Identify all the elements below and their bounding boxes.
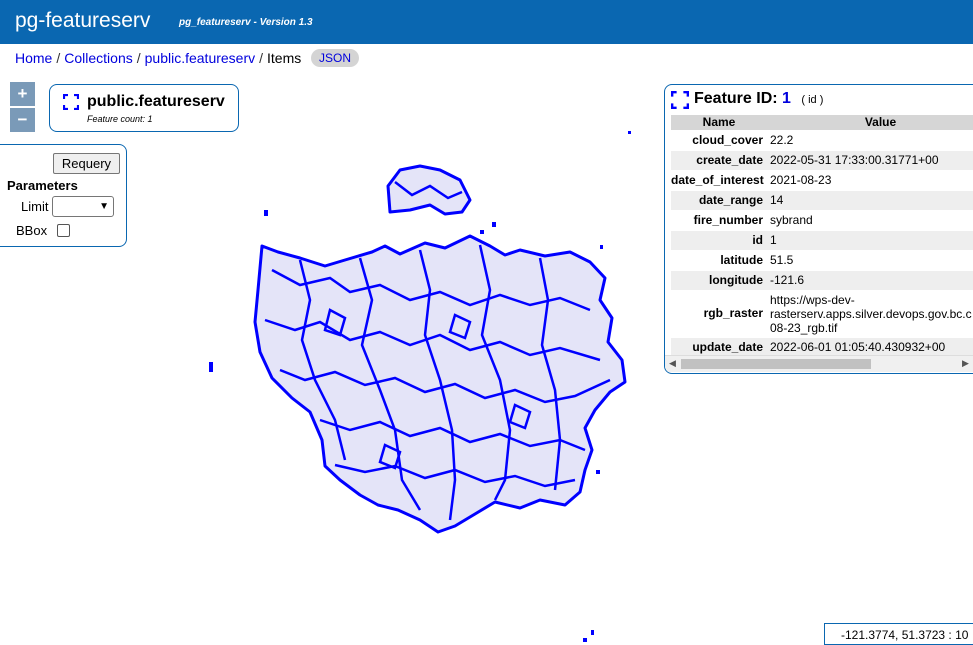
table-row: create_date 2022-05-31 17:33:00.31771+00	[671, 151, 973, 171]
property-value: 14	[770, 193, 784, 207]
scrollbar-thumb[interactable]	[681, 359, 871, 369]
limit-select[interactable]: ▼	[52, 196, 114, 217]
property-value-line: rasterserv.apps.silver.devops.gov.bc.c	[770, 307, 972, 321]
property-name: rgb_raster	[703, 306, 763, 320]
property-value: 22.2	[770, 133, 794, 147]
plus-icon: +	[17, 84, 28, 103]
app-title[interactable]: pg-featureserv	[15, 9, 150, 33]
feature-polygon[interactable]	[253, 164, 627, 534]
limit-label: Limit	[21, 199, 49, 214]
feature-count: Feature count: 1	[87, 114, 153, 124]
table-header: Name Value	[671, 115, 973, 131]
table-row: date_range 14	[671, 191, 973, 211]
property-name: date_of_interest	[671, 173, 764, 187]
property-value: -121.6	[770, 273, 805, 287]
column-header-name: Name	[702, 115, 736, 129]
feature-id-tag: ( id )	[801, 94, 824, 106]
breadcrumb-separator: /	[56, 50, 61, 66]
zoom-controls: + −	[10, 82, 35, 134]
table-row: id 1	[671, 231, 973, 251]
feature-panel: Feature ID: 1 ( id ) Name Value cloud_co…	[664, 84, 973, 374]
horizontal-scrollbar[interactable]: ◀ ▶	[665, 355, 973, 372]
breadcrumb-home[interactable]: Home	[15, 50, 52, 66]
breadcrumb-collections[interactable]: Collections	[64, 50, 132, 66]
coordinate-readout: -121.3774, 51.3723 : 10	[824, 623, 973, 645]
feature-id-label: Feature ID:	[694, 90, 778, 107]
feature-title: Feature ID: 1 ( id )	[694, 90, 823, 108]
properties-table: Name Value cloud_cover 22.2 create_date 202…	[671, 115, 973, 358]
table-row: cloud_cover 22.2	[671, 131, 973, 151]
minus-icon: −	[17, 110, 28, 129]
property-value: 2021-08-23	[770, 173, 832, 187]
table-row: longitude -121.6	[671, 271, 973, 291]
breadcrumb-current: Items	[267, 50, 302, 66]
breadcrumb-collection[interactable]: public.featureserv	[145, 50, 256, 66]
property-value-line: 08-23_rgb.tif	[770, 321, 838, 335]
property-name: date_range	[698, 193, 763, 207]
parameters-box: Requery Parameters Limit ▼ BBox	[0, 144, 127, 247]
property-value: 51.5	[770, 253, 794, 267]
breadcrumb: Home / Collections / public.featureserv / Item…	[15, 50, 301, 66]
json-button[interactable]: JSON	[311, 49, 359, 67]
bracket-frame-icon	[671, 91, 689, 109]
property-name: latitude	[720, 253, 763, 267]
parameters-title: Parameters	[7, 178, 78, 193]
chevron-down-icon: ▼	[99, 201, 109, 212]
property-value: https://wps-dev-rasterserv.apps.silver.d…	[767, 291, 973, 337]
bracket-frame-icon	[63, 94, 79, 110]
layer-title: public.featureserv	[87, 93, 225, 110]
requery-button[interactable]: Requery	[53, 153, 120, 174]
table-row: date_of_interest 2021-08-23	[671, 171, 973, 191]
zoom-in-button[interactable]: +	[10, 82, 35, 106]
property-name: create_date	[696, 153, 763, 167]
feature-id-value[interactable]: 1	[782, 90, 791, 107]
property-name: cloud_cover	[692, 133, 763, 147]
bbox-checkbox[interactable]	[57, 224, 70, 237]
property-value: sybrand	[770, 213, 813, 227]
table-row: rgb_raster https://wps-dev-rasterserv.app…	[671, 291, 973, 338]
zoom-out-button[interactable]: −	[10, 108, 35, 132]
property-value-line: https://wps-dev-	[770, 293, 855, 307]
table-row: fire_number sybrand	[671, 211, 973, 231]
app-header: pg-featureserv pg_featureserv - Version …	[0, 0, 973, 44]
breadcrumb-separator: /	[136, 50, 141, 66]
bbox-label: BBox	[16, 223, 48, 238]
property-value: 2022-05-31 17:33:00.31771+00	[770, 153, 939, 167]
scroll-left-icon[interactable]: ◀	[669, 358, 676, 369]
property-value: 1	[770, 233, 777, 247]
scroll-right-icon[interactable]: ▶	[962, 358, 969, 369]
layer-info-box: public.featureserv Feature count: 1	[49, 84, 239, 132]
column-header-value: Value	[864, 115, 897, 129]
property-name: id	[752, 233, 763, 247]
property-name: fire_number	[693, 213, 763, 227]
breadcrumb-separator: /	[259, 50, 264, 66]
table-row: latitude 51.5	[671, 251, 973, 271]
property-name: longitude	[709, 273, 763, 287]
app-version: pg_featureserv - Version 1.3	[179, 17, 313, 28]
